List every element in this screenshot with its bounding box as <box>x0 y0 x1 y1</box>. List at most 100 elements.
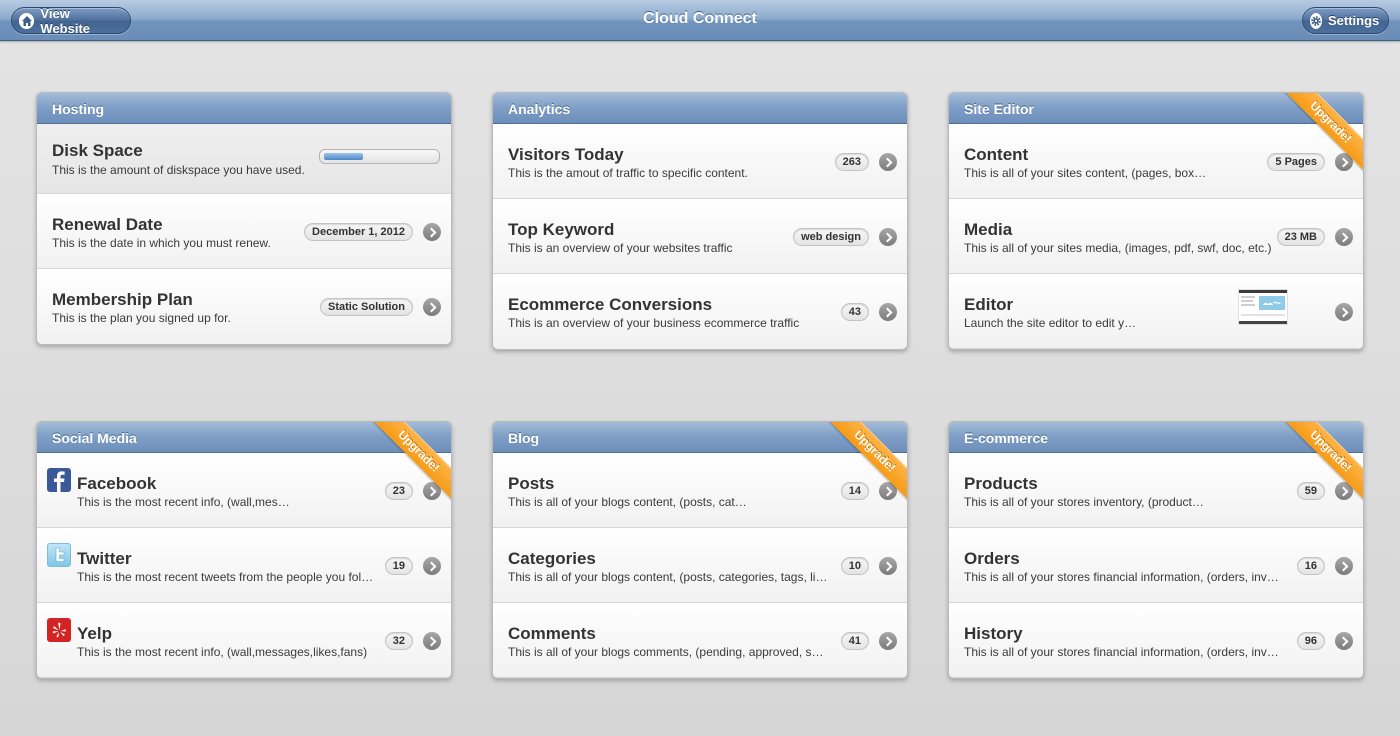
renewal-date-badge: December 1, 2012 <box>304 223 413 241</box>
row-subtitle: This is an overview of your websites tra… <box>508 241 733 255</box>
settings-label: Settings <box>1328 13 1380 28</box>
row-title: Facebook <box>77 474 157 493</box>
chevron-right-icon[interactable] <box>879 153 897 171</box>
twitter-icon <box>47 543 71 567</box>
yelp-row[interactable]: Yelp This is the most recent info, (wall… <box>37 603 451 678</box>
blog-panel: Blog Posts This is all of your blogs con… <box>492 421 908 679</box>
analytics-panel: Analytics Visitors Today This is the amo… <box>492 92 908 350</box>
row-subtitle: This is all of your stores inventory, (p… <box>964 495 1204 509</box>
plan-badge: Static Solution <box>320 298 413 316</box>
chevron-right-icon[interactable] <box>423 632 441 650</box>
row-subtitle: This is the date in which you must renew… <box>52 236 271 250</box>
row-subtitle: This is the plan you signed up for. <box>52 311 231 325</box>
chevron-right-icon[interactable] <box>1335 557 1353 575</box>
row-subtitle: This is all of your stores financial inf… <box>964 570 1279 584</box>
count-badge: 14 <box>840 482 869 500</box>
posts-row[interactable]: Posts This is all of your blogs content,… <box>493 453 907 528</box>
row-title: Top Keyword <box>508 220 615 239</box>
categories-row[interactable]: Categories This is all of your blogs con… <box>493 528 907 603</box>
facebook-icon <box>47 468 71 492</box>
row-subtitle: This is all of your blogs content, (post… <box>508 570 828 584</box>
ecommerce-panel: E-commerce Products This is all of your … <box>948 421 1364 679</box>
row-title: Products <box>964 474 1038 493</box>
chevron-right-icon[interactable] <box>1335 228 1353 246</box>
row-subtitle: This is the most recent info, (wall,mess… <box>77 645 368 659</box>
row-subtitle: This is all of your blogs content, (post… <box>508 495 747 509</box>
row-title: Visitors Today <box>508 145 624 164</box>
orders-row[interactable]: Orders This is all of your stores financ… <box>949 528 1363 603</box>
row-title: Categories <box>508 549 596 568</box>
chevron-right-icon[interactable] <box>879 632 897 650</box>
row-title: Disk Space <box>52 141 143 160</box>
row-subtitle: This is all of your stores financial inf… <box>964 645 1279 659</box>
chevron-right-icon[interactable] <box>879 557 897 575</box>
row-title: Twitter <box>77 549 132 568</box>
disk-usage-progress <box>319 149 440 164</box>
row-subtitle: This is the amout of traffic to specific… <box>508 166 748 180</box>
comments-row[interactable]: Comments This is all of your blogs comme… <box>493 603 907 678</box>
row-title: Posts <box>508 474 555 493</box>
hosting-panel-title: Hosting <box>37 93 451 124</box>
row-title: Editor <box>964 295 1014 314</box>
row-subtitle: Launch the site editor to edit y… <box>964 316 1137 330</box>
membership-plan-row[interactable]: Membership Plan This is the plan you sig… <box>37 269 451 344</box>
count-badge: 16 <box>1296 557 1325 575</box>
top-keyword-row[interactable]: Top Keyword This is an overview of your … <box>493 199 907 274</box>
analytics-panel-title: Analytics <box>493 93 907 124</box>
count-badge: 96 <box>1296 632 1325 650</box>
row-subtitle: This is the most recent tweets from the … <box>77 570 374 584</box>
row-title: Renewal Date <box>52 215 163 234</box>
row-title: Ecommerce Conversions <box>508 295 713 314</box>
disk-usage-fill <box>324 153 363 160</box>
twitter-row[interactable]: Twitter This is the most recent tweets f… <box>37 528 451 603</box>
social-media-panel: Social Media Facebook This is the most r… <box>36 421 452 679</box>
chevron-right-icon[interactable] <box>1335 303 1353 321</box>
row-subtitle: This is all of your blogs comments, (pen… <box>508 645 824 659</box>
row-subtitle: This is all of your sites media, (images… <box>964 241 1272 255</box>
top-bar: View Website Cloud Connect Settings <box>0 0 1400 41</box>
history-row[interactable]: History This is all of your stores finan… <box>949 603 1363 678</box>
row-subtitle: This is the most recent info, (wall,mes… <box>77 495 290 509</box>
count-badge: 19 <box>384 557 413 575</box>
content-row[interactable]: Content This is all of your sites conten… <box>949 124 1363 199</box>
visitors-today-row[interactable]: Visitors Today This is the amout of traf… <box>493 124 907 199</box>
size-badge: 23 MB <box>1276 228 1325 246</box>
row-title: Yelp <box>77 624 112 643</box>
editor-thumbnail <box>1238 289 1288 325</box>
row-title: Orders <box>964 549 1020 568</box>
keyword-badge: web design <box>793 228 869 246</box>
row-subtitle: This is all of your sites content, (page… <box>964 166 1207 180</box>
row-title: Comments <box>508 624 596 643</box>
yelp-icon <box>47 618 71 642</box>
count-badge: 43 <box>840 303 869 321</box>
count-badge: 32 <box>384 632 413 650</box>
renewal-date-row[interactable]: Renewal Date This is the date in which y… <box>37 194 451 269</box>
site-editor-panel: Site Editor Content This is all of your … <box>948 92 1364 350</box>
disk-space-row: Disk Space This is the amount of diskspa… <box>37 124 451 194</box>
pages-badge: 5 Pages <box>1267 153 1325 171</box>
settings-button[interactable]: Settings <box>1302 7 1389 34</box>
editor-row[interactable]: Editor Launch the site editor to edit y… <box>949 274 1363 349</box>
chevron-right-icon[interactable] <box>423 557 441 575</box>
hosting-panel: Hosting Disk Space This is the amount of… <box>36 92 452 345</box>
row-title: History <box>964 624 1023 643</box>
chevron-right-icon[interactable] <box>423 298 441 316</box>
products-row[interactable]: Products This is all of your stores inve… <box>949 453 1363 528</box>
chevron-right-icon[interactable] <box>879 303 897 321</box>
ecommerce-conversions-row[interactable]: Ecommerce Conversions This is an overvie… <box>493 274 907 349</box>
count-badge: 59 <box>1296 482 1325 500</box>
row-title: Membership Plan <box>52 290 193 309</box>
chevron-right-icon[interactable] <box>1335 632 1353 650</box>
app-title: Cloud Connect <box>643 10 757 27</box>
media-row[interactable]: Media This is all of your sites media, (… <box>949 199 1363 274</box>
row-title: Media <box>964 220 1013 239</box>
chevron-right-icon[interactable] <box>423 223 441 241</box>
count-badge: 23 <box>384 482 413 500</box>
row-subtitle: This is an overview of your business eco… <box>508 316 800 330</box>
row-subtitle: This is the amount of diskspace you have… <box>52 163 305 177</box>
chevron-right-icon[interactable] <box>879 228 897 246</box>
count-badge: 263 <box>834 153 869 171</box>
count-badge: 41 <box>840 632 869 650</box>
row-title: Content <box>964 145 1029 164</box>
facebook-row[interactable]: Facebook This is the most recent info, (… <box>37 453 451 528</box>
